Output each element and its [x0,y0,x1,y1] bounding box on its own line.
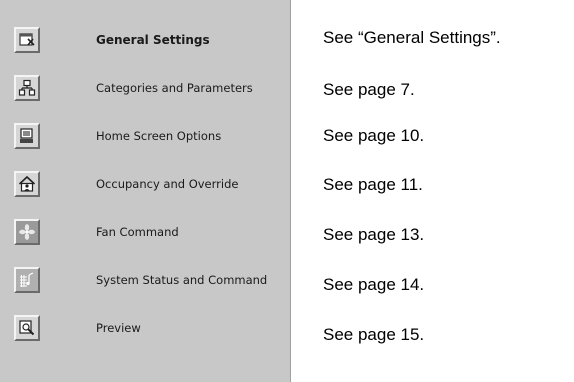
reference-categories-and-parameters: See page 7. [323,80,415,99]
nav-item-label: Fan Command [96,224,179,239]
nav-item-home-screen-options[interactable]: Home Screen Options [0,112,290,160]
nav-item-label: Occupancy and Override [96,176,239,191]
nav-item-preview[interactable]: Preview [0,304,290,352]
nav-item-general-settings[interactable]: General Settings [0,16,290,64]
nav-item-label: Categories and Parameters [96,80,253,95]
nav-item-categories-and-parameters[interactable]: Categories and Parameters [0,64,290,112]
hierarchy-icon [14,75,40,101]
settings-icon [14,27,40,53]
reference-preview: See page 15. [323,325,425,344]
nav-item-occupancy-and-override[interactable]: Occupancy and Override [0,160,290,208]
nav-item-label: System Status and Command [96,272,268,287]
system-status-icon [14,267,40,293]
nav-item-system-status-and-command[interactable]: System Status and Command [0,256,290,304]
occupancy-icon [14,171,40,197]
fan-icon [14,219,40,245]
nav-item-fan-command[interactable]: Fan Command [0,208,290,256]
reference-general-settings: See “General Settings”. [323,28,501,47]
nav-item-label: Preview [96,320,141,335]
preview-icon [14,315,40,341]
reference-home-screen-options: See page 10. [323,126,425,145]
nav-item-label: Home Screen Options [96,128,222,143]
reference-occupancy-and-override: See page 11. [323,175,423,194]
navigation-panel: General Settings Categories and Paramete… [0,0,291,382]
home-screen-icon [14,123,40,149]
nav-item-label: General Settings [96,32,210,47]
reference-fan-command: See page 13. [323,225,425,244]
reference-system-status-and-command: See page 14. [323,275,425,294]
